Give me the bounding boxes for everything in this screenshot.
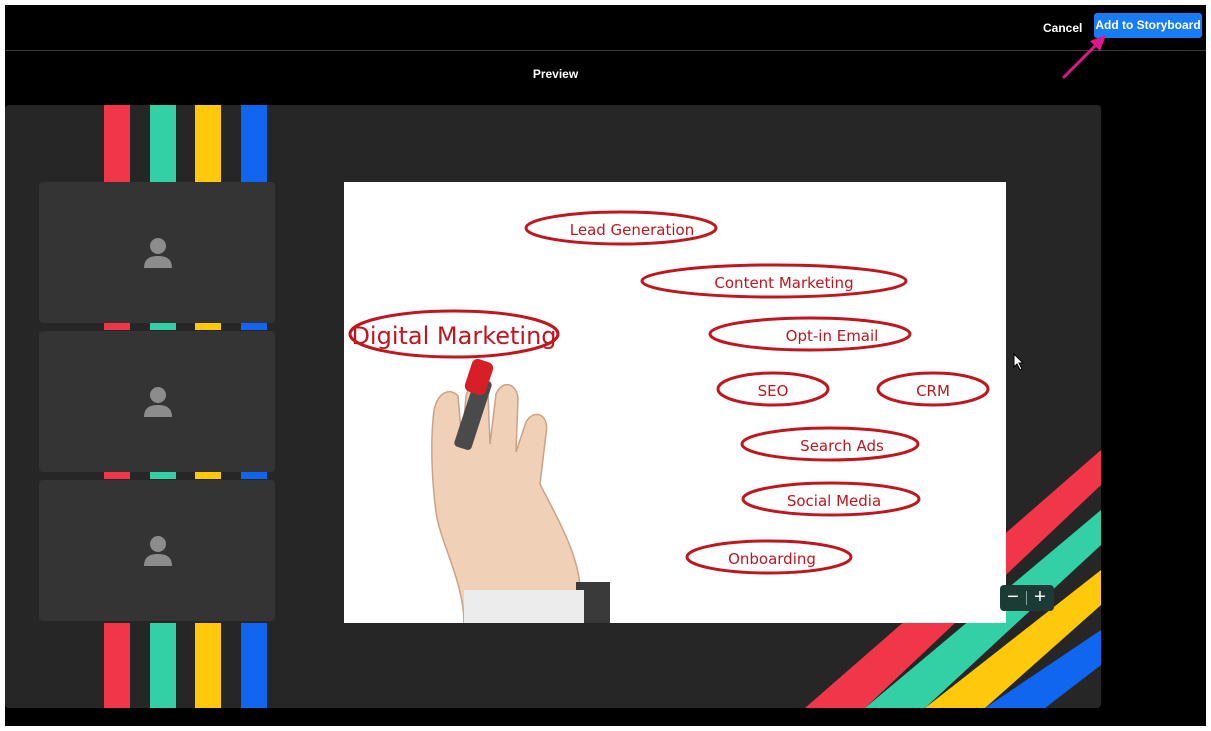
tag-seo: SEO xyxy=(758,382,789,400)
zoom-in-button[interactable]: + xyxy=(1027,585,1053,611)
mouse-cursor-icon xyxy=(1013,353,1025,371)
app-window: Cancel Add to Storyboard Preview Digital… xyxy=(5,5,1206,726)
slide-illustration: Digital Marketing Lead Generation Conten… xyxy=(348,210,990,623)
tag-lead-generation: Lead Generation xyxy=(570,221,694,239)
zoom-out-button[interactable]: − xyxy=(1000,585,1026,611)
preview-title: Preview xyxy=(532,67,579,81)
add-to-storyboard-button[interactable]: Add to Storyboard xyxy=(1094,13,1202,38)
zoom-controls: − + xyxy=(1000,585,1054,611)
preview-stage: Digital Marketing Lead Generation Conten… xyxy=(5,105,1101,708)
slide-image[interactable]: Digital Marketing Lead Generation Conten… xyxy=(344,182,1006,623)
top-bar: Cancel Add to Storyboard xyxy=(5,5,1206,51)
tag-social-media: Social Media xyxy=(787,492,881,510)
tag-search-ads: Search Ads xyxy=(800,437,884,455)
tag-opt-in-email: Opt-in Email xyxy=(786,327,879,345)
slide-heading: Digital Marketing xyxy=(351,322,556,350)
hand-illustration xyxy=(431,358,610,623)
tag-crm: CRM xyxy=(916,382,950,400)
tag-onboarding: Onboarding xyxy=(728,550,816,568)
tag-content-marketing: Content Marketing xyxy=(714,274,853,292)
